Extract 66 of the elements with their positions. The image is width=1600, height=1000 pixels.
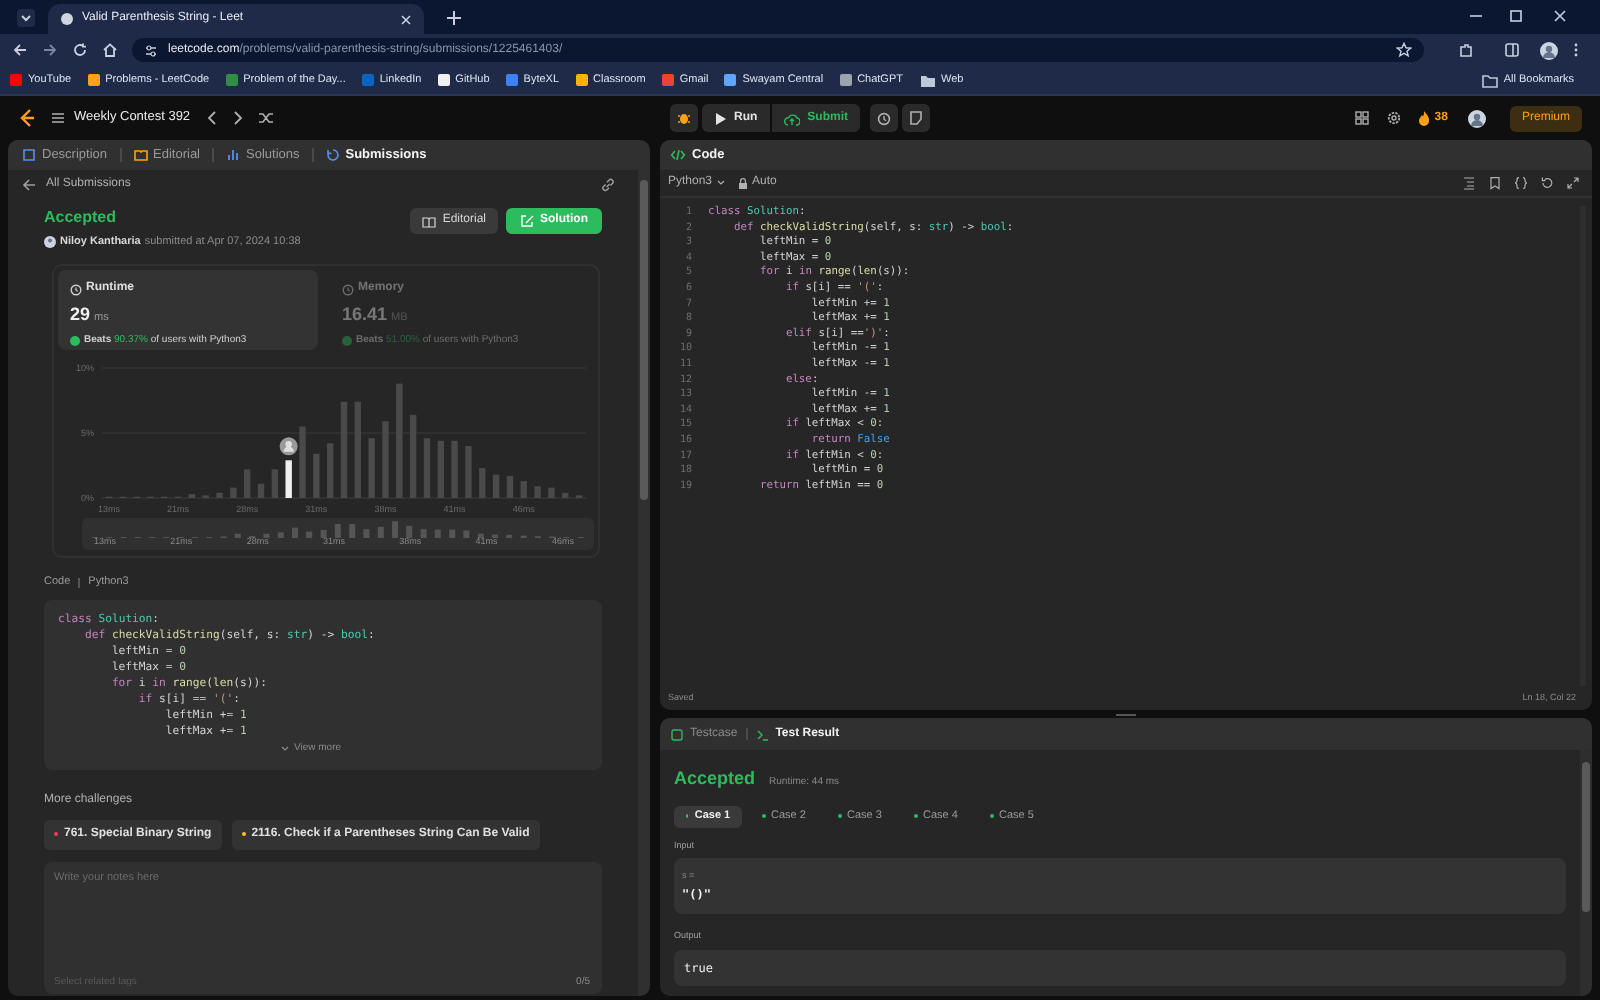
tab-icon bbox=[133, 148, 148, 162]
terminal-icon bbox=[755, 727, 770, 741]
avatar-icon[interactable] bbox=[279, 437, 298, 456]
braces-icon[interactable] bbox=[1514, 176, 1528, 190]
sidebar-icon[interactable] bbox=[1504, 42, 1520, 58]
scrollbar[interactable] bbox=[638, 170, 650, 996]
upload-icon bbox=[783, 111, 800, 125]
chip-icon bbox=[342, 283, 354, 296]
bug-icon bbox=[676, 110, 692, 126]
home-icon[interactable] bbox=[102, 42, 118, 58]
chevron-left-icon[interactable] bbox=[206, 110, 219, 126]
link-icon[interactable] bbox=[600, 177, 616, 191]
close-icon[interactable] bbox=[1552, 8, 1568, 24]
forward-icon[interactable] bbox=[42, 42, 58, 58]
logo-icon[interactable] bbox=[18, 108, 36, 128]
tab-icon bbox=[226, 148, 240, 162]
avatar-icon[interactable] bbox=[1467, 109, 1486, 127]
debug-button[interactable] bbox=[670, 104, 698, 132]
reset-icon[interactable] bbox=[1540, 176, 1554, 190]
tab-icon bbox=[22, 148, 36, 162]
star-icon[interactable] bbox=[1396, 42, 1412, 58]
badge-icon bbox=[342, 336, 352, 346]
edit-icon bbox=[520, 214, 534, 228]
back-icon[interactable] bbox=[12, 42, 28, 58]
new-tab-icon[interactable] bbox=[446, 10, 462, 26]
shuffle-icon[interactable] bbox=[258, 110, 275, 126]
histogram-bar[interactable] bbox=[285, 460, 292, 499]
maximize-icon[interactable] bbox=[1508, 8, 1524, 24]
timer-button[interactable] bbox=[870, 104, 899, 132]
checkbox-icon bbox=[670, 727, 684, 741]
stat-value: 16.41 bbox=[342, 302, 388, 329]
notes-button[interactable] bbox=[902, 104, 931, 132]
play-icon bbox=[714, 111, 726, 125]
folder-icon bbox=[1481, 73, 1498, 87]
close-icon[interactable] bbox=[400, 13, 412, 25]
chevron-down-icon bbox=[280, 744, 290, 755]
avatar-icon bbox=[44, 236, 56, 249]
book-icon bbox=[422, 215, 437, 227]
format-icon[interactable] bbox=[1462, 176, 1476, 190]
chevron-right-icon[interactable] bbox=[232, 110, 245, 126]
reload-icon[interactable] bbox=[72, 42, 88, 58]
avatar-icon[interactable] bbox=[1540, 41, 1558, 59]
badge-icon bbox=[70, 336, 80, 346]
note-icon bbox=[908, 110, 925, 126]
code-icon bbox=[670, 148, 686, 162]
lock-icon bbox=[738, 177, 749, 189]
clock-icon bbox=[70, 283, 82, 296]
flame-icon bbox=[1418, 110, 1431, 126]
menu-icon[interactable] bbox=[1572, 42, 1580, 58]
extensions-icon[interactable] bbox=[1458, 42, 1474, 58]
bookmark-icon[interactable] bbox=[1488, 176, 1502, 190]
scrollbar[interactable] bbox=[1580, 750, 1592, 996]
page-icon bbox=[60, 12, 74, 26]
alarm-clock-icon bbox=[876, 110, 893, 126]
tab-icon bbox=[325, 148, 340, 162]
settings-icon[interactable] bbox=[1386, 110, 1403, 126]
grid-icon[interactable] bbox=[1354, 110, 1371, 126]
back-arrow-icon[interactable] bbox=[22, 177, 36, 191]
result-status: Accepted bbox=[674, 766, 756, 792]
tab-search-icon[interactable] bbox=[16, 8, 36, 28]
chevron-down-icon bbox=[716, 178, 727, 188]
expand-icon[interactable] bbox=[1566, 176, 1580, 190]
site-info-icon[interactable] bbox=[144, 43, 158, 57]
status-text: Accepted bbox=[44, 206, 119, 230]
stat-value: 29 bbox=[70, 302, 91, 329]
list-icon[interactable] bbox=[50, 110, 66, 126]
